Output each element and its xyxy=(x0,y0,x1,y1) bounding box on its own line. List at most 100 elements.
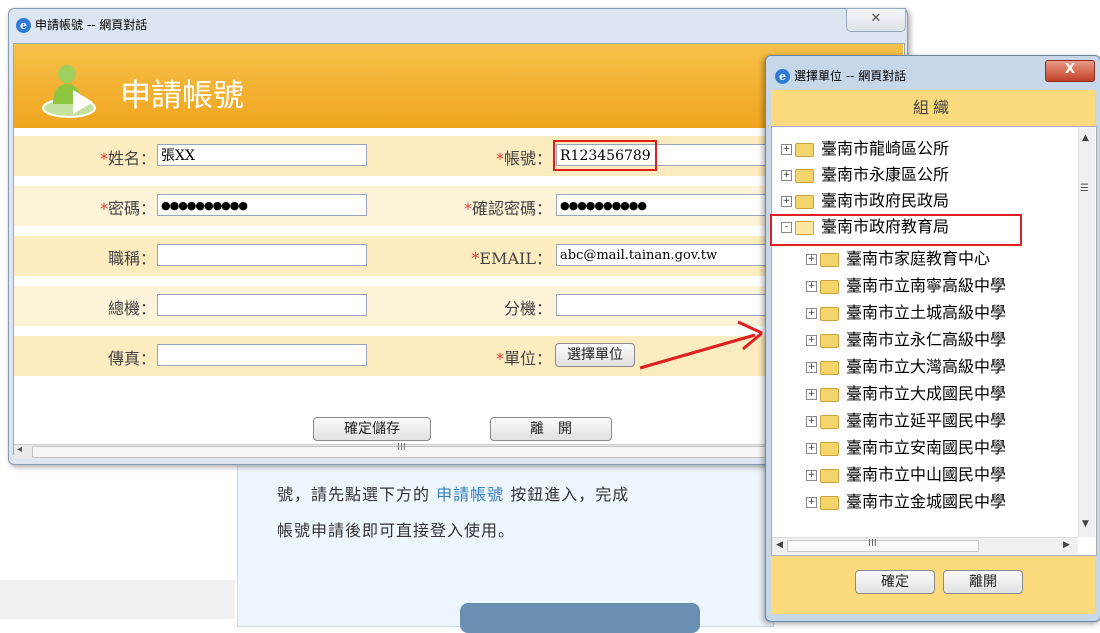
save-button[interactable]: 確定儲存 xyxy=(313,417,431,441)
unit-leave-button[interactable]: 離開 xyxy=(943,570,1023,594)
folder-icon xyxy=(820,495,839,510)
tree-node-label[interactable]: 臺南市龍崎區公所 xyxy=(821,139,949,158)
background-apply-button[interactable] xyxy=(460,603,700,633)
background-text-suffix: 按鈕進入，完成 xyxy=(510,485,630,504)
tree-scroll-left-icon[interactable]: ◀ xyxy=(776,540,783,550)
background-strip xyxy=(0,580,235,619)
confirm-password-input[interactable]: ●●●●●●●●●● xyxy=(556,194,766,216)
account-label: *帳號： xyxy=(495,149,552,168)
tree-node-label[interactable]: 臺南市家庭教育中心 xyxy=(846,249,990,268)
background-text-line1: 號，請先點選下方的 申請帳號 按鈕進入，完成 xyxy=(277,481,629,505)
fax-label: 傳真： xyxy=(107,349,156,368)
fax-input[interactable] xyxy=(157,344,367,366)
expand-icon[interactable]: + xyxy=(806,416,817,427)
expand-icon[interactable]: + xyxy=(806,335,817,346)
tree-node[interactable]: + 臺南市立永仁高級中學 xyxy=(806,326,1006,350)
background-text-line2: 帳號申請後即可直接登入使用。 xyxy=(277,521,516,540)
form-header-title: 申請帳號 xyxy=(120,78,244,114)
expand-icon[interactable]: + xyxy=(781,196,792,207)
expand-icon[interactable]: + xyxy=(806,389,817,400)
folder-icon xyxy=(820,333,839,348)
dialog-close-button[interactable]: ✕ xyxy=(846,8,906,32)
expand-icon[interactable]: + xyxy=(806,362,817,373)
tree-node[interactable]: + 臺南市立大成國民中學 xyxy=(806,380,1006,404)
tree-node-label[interactable]: 臺南市立永仁高級中學 xyxy=(846,330,1006,349)
folder-icon xyxy=(795,142,814,157)
expand-icon[interactable]: + xyxy=(806,497,817,508)
tree-node[interactable]: + 臺南市立延平國民中學 xyxy=(806,407,1006,431)
tree-scroll-grip: III xyxy=(868,538,877,549)
folder-icon xyxy=(795,168,814,183)
leave-button[interactable]: 離 開 xyxy=(490,417,612,441)
scroll-up-arrow-icon[interactable]: ▲ xyxy=(1082,133,1089,143)
tree-node-label[interactable]: 臺南市政府民政局 xyxy=(821,191,949,210)
expand-icon[interactable]: + xyxy=(806,308,817,319)
folder-icon xyxy=(820,360,839,375)
tree-scroll-right-icon[interactable]: ▶ xyxy=(1063,540,1070,550)
expand-icon[interactable]: + xyxy=(806,281,817,292)
tree-node[interactable]: + 臺南市立安南國民中學 xyxy=(806,434,1006,458)
tree-node[interactable]: + 臺南市家庭教育中心 xyxy=(806,245,990,269)
tree-node[interactable]: + 臺南市立土城高級中學 xyxy=(806,299,1006,323)
unit-ok-button[interactable]: 確定 xyxy=(855,570,935,594)
expand-icon[interactable]: + xyxy=(781,144,792,155)
ie-icon: e xyxy=(775,69,790,84)
tree-node[interactable]: + 臺南市立金城國民中學 xyxy=(806,488,1006,512)
name-input[interactable]: 張XX xyxy=(157,144,367,166)
scroll-down-arrow-icon[interactable]: ▼ xyxy=(1082,519,1089,529)
folder-icon xyxy=(820,414,839,429)
tree-node[interactable]: + 臺南市立大灣高級中學 xyxy=(806,353,1006,377)
ie-icon: e xyxy=(16,18,31,33)
expand-icon[interactable]: + xyxy=(806,470,817,481)
email-input[interactable]: abc@mail.tainan.gov.tw xyxy=(556,244,766,266)
unit-dialog-titlebar: e 選擇單位 -- 網頁對話 xyxy=(775,67,906,84)
extension-input[interactable] xyxy=(556,294,766,316)
tree-node-label[interactable]: 臺南市永康區公所 xyxy=(821,165,949,184)
password-input[interactable]: ●●●●●●●●●● xyxy=(157,194,367,216)
folder-icon xyxy=(820,387,839,402)
tree-node-label[interactable]: 臺南市立土城高級中學 xyxy=(846,303,1006,322)
tree-node-label[interactable]: 臺南市立延平國民中學 xyxy=(846,411,1006,430)
account-highlight-box xyxy=(553,140,657,171)
tree-horizontal-thumb[interactable] xyxy=(787,540,979,552)
tree-node[interactable]: + 臺南市龍崎區公所 xyxy=(781,135,949,159)
job-title-label: 職稱： xyxy=(107,249,156,268)
folder-icon xyxy=(820,468,839,483)
tree-node-label[interactable]: 臺南市立大灣高級中學 xyxy=(846,357,1006,376)
menu-icon: ☰ xyxy=(1080,183,1089,194)
expand-icon[interactable]: + xyxy=(806,443,817,454)
folder-icon xyxy=(820,279,839,294)
tree-node-label[interactable]: 臺南市立中山國民中學 xyxy=(846,465,1006,484)
unit-label: *單位： xyxy=(495,349,552,368)
tree-node-label[interactable]: 臺南市立金城國民中學 xyxy=(846,492,1006,511)
scroll-grip: III xyxy=(397,442,406,453)
tree-node[interactable]: + 臺南市立南寧高級中學 xyxy=(806,272,1006,296)
user-logo-icon xyxy=(42,65,96,118)
apply-account-link[interactable]: 申請帳號 xyxy=(436,485,504,504)
job-title-input[interactable] xyxy=(157,244,367,266)
select-unit-button[interactable]: 選擇單位 xyxy=(555,343,635,367)
expand-icon[interactable]: + xyxy=(806,254,817,265)
extension-label: 分機： xyxy=(503,299,552,318)
tree-node-label[interactable]: 臺南市立南寧高級中學 xyxy=(846,276,1006,295)
password-label: *密碼： xyxy=(99,199,156,218)
confirm-password-label: *確認密碼： xyxy=(463,199,552,218)
email-label: *EMAIL： xyxy=(471,249,552,268)
tree-node[interactable]: + 臺南市政府民政局 xyxy=(781,187,949,211)
folder-icon xyxy=(820,252,839,267)
switchboard-label: 總機： xyxy=(107,299,156,318)
tree-node[interactable]: + 臺南市立中山國民中學 xyxy=(806,461,1006,485)
dialog-title: 申請帳號 -- 網頁對話 xyxy=(35,18,148,32)
unit-dialog-close-button[interactable]: X xyxy=(1045,60,1095,82)
dialog-titlebar: e 申請帳號 -- 網頁對話 xyxy=(16,16,147,33)
scroll-left-arrow-icon[interactable]: ◂ xyxy=(17,444,22,455)
folder-icon xyxy=(820,441,839,456)
unit-dialog-title: 選擇單位 -- 網頁對話 xyxy=(794,69,907,83)
expand-icon[interactable]: + xyxy=(781,170,792,181)
tree-node-label[interactable]: 臺南市立安南國民中學 xyxy=(846,438,1006,457)
tree-node-label[interactable]: 臺南市立大成國民中學 xyxy=(846,384,1006,403)
organization-header: 組織 xyxy=(771,90,1095,126)
tree-node[interactable]: + 臺南市永康區公所 xyxy=(781,161,949,185)
background-text-prefix: 號，請先點選下方的 xyxy=(277,485,431,504)
switchboard-input[interactable] xyxy=(157,294,367,316)
